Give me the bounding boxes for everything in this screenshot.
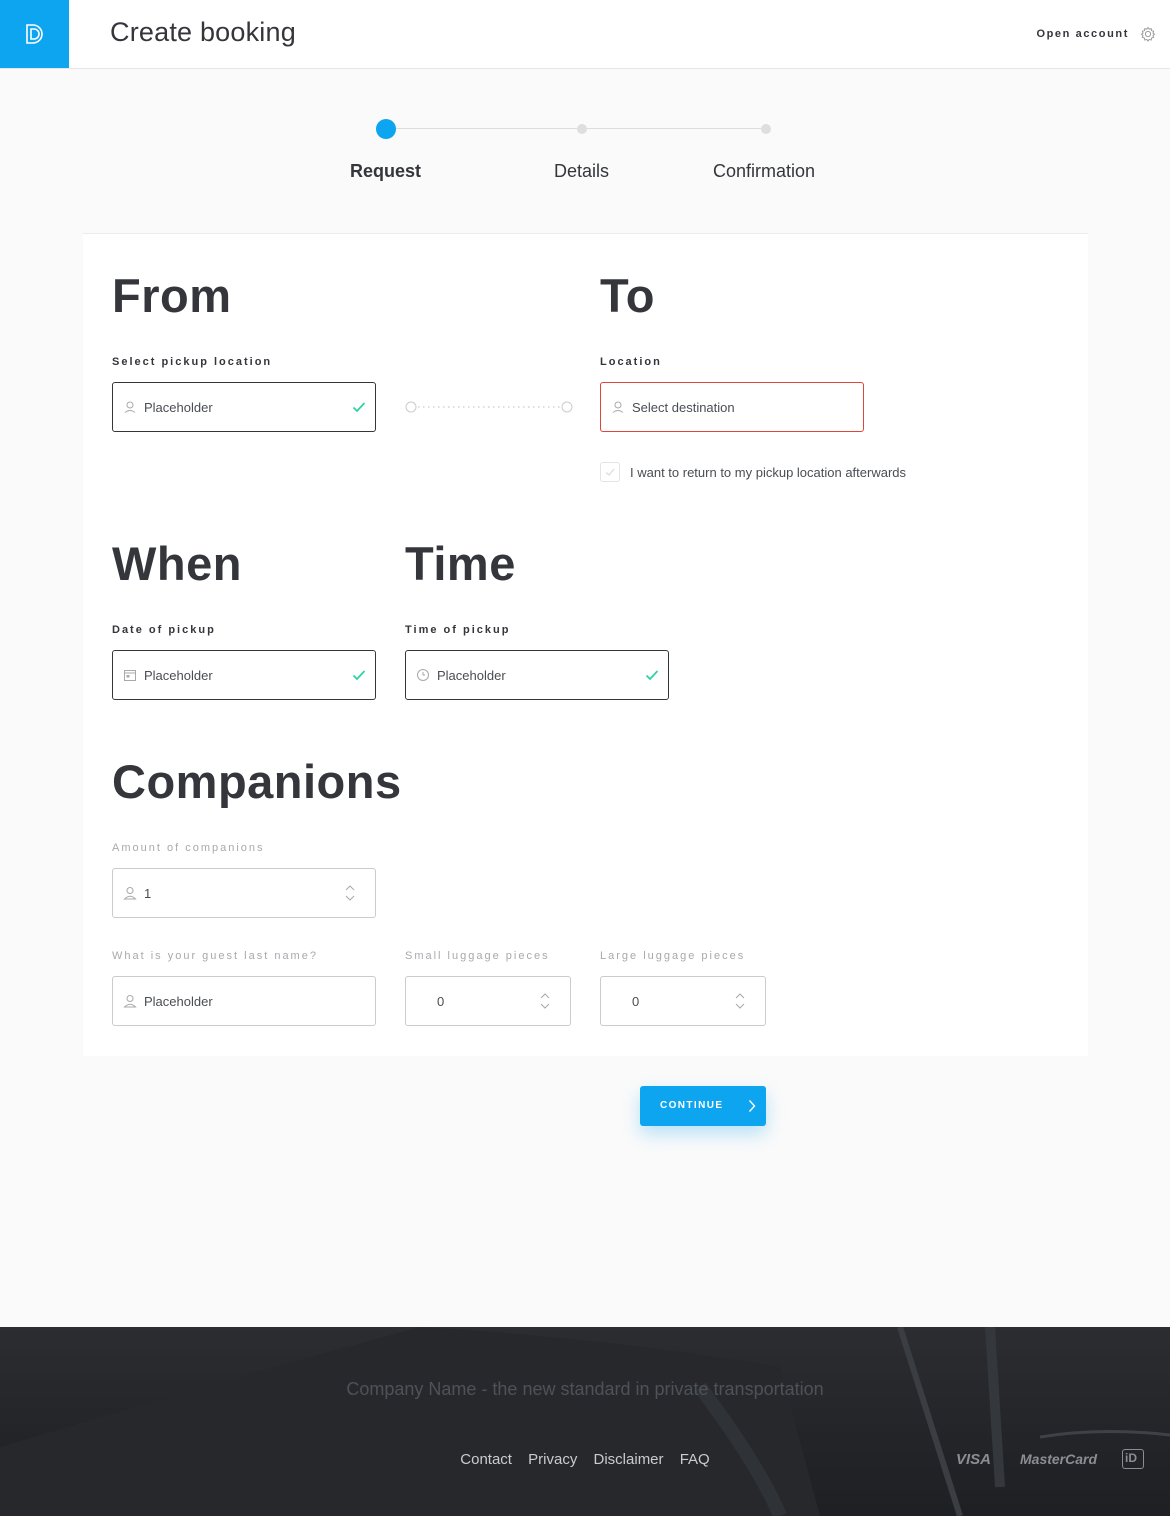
large-luggage-value: 0 — [632, 994, 640, 1009]
footer-link-contact[interactable]: Contact — [460, 1451, 512, 1468]
calendar-icon — [124, 670, 136, 681]
companions-value: 1 — [144, 886, 152, 901]
time-of-pickup-label: Time of pickup — [405, 624, 511, 636]
check-icon — [352, 402, 366, 413]
large-luggage-stepper[interactable]: 0 — [600, 976, 766, 1026]
footer-link-disclaimer[interactable]: Disclaimer — [594, 1451, 664, 1468]
visa-logo: VISA — [956, 1451, 992, 1468]
location-pin-icon — [124, 401, 136, 413]
step-label-details[interactable]: Details — [554, 161, 609, 182]
footer-link-faq[interactable]: FAQ — [680, 1451, 710, 1468]
return-trip-checkbox[interactable] — [600, 462, 620, 482]
small-luggage-label: Small luggage pieces — [405, 950, 550, 962]
pickup-location-input[interactable]: Placeholder — [112, 382, 376, 432]
companions-stepper[interactable]: 1 — [112, 868, 376, 918]
when-heading: When — [112, 537, 242, 590]
destination-label: Location — [600, 356, 662, 368]
footer-background-image — [0, 1327, 1170, 1516]
step-dot-confirmation[interactable] — [761, 124, 771, 134]
clock-icon — [417, 669, 429, 681]
time-of-pickup-input[interactable]: Placeholder — [405, 650, 669, 700]
return-trip-label[interactable]: I want to return to my pickup location a… — [630, 465, 906, 480]
footer: Company Name - the new standard in priva… — [0, 1327, 1170, 1516]
pickup-location-label: Select pickup location — [112, 356, 273, 368]
top-bar: Create booking Open account — [0, 0, 1170, 69]
guest-last-name-value: Placeholder — [144, 994, 213, 1009]
small-luggage-value: 0 — [437, 994, 445, 1009]
footer-link-privacy[interactable]: Privacy — [528, 1451, 577, 1468]
step-label-confirmation[interactable]: Confirmation — [713, 161, 815, 182]
route-connector — [405, 401, 573, 413]
checkbox-check-icon — [605, 468, 615, 476]
stepper-arrows-icon[interactable] — [345, 882, 355, 904]
ideal-logo: iD — [1122, 1449, 1144, 1469]
gear-icon[interactable] — [1140, 26, 1156, 42]
step-dot-details[interactable] — [577, 124, 587, 134]
time-heading: Time — [405, 537, 516, 590]
logo-icon — [25, 24, 43, 44]
open-account-link[interactable]: Open account — [1036, 28, 1129, 40]
step-label-request[interactable]: Request — [350, 161, 421, 182]
person-icon — [123, 887, 137, 900]
page-title: Create booking — [110, 17, 296, 47]
destination-input[interactable]: Select destination — [600, 382, 864, 432]
logo[interactable] — [0, 0, 69, 68]
amount-of-companions-label: Amount of companions — [112, 842, 265, 854]
chevron-right-icon — [748, 1100, 756, 1112]
mastercard-logo: MasterCard — [1020, 1451, 1098, 1467]
guest-last-name-input[interactable]: Placeholder — [112, 976, 376, 1026]
continue-label: CONTINUE — [660, 1100, 724, 1111]
to-heading: To — [600, 269, 655, 322]
footer-links: Contact Privacy Disclaimer FAQ — [0, 1451, 1170, 1468]
location-pin-icon — [612, 401, 624, 413]
continue-button[interactable]: CONTINUE — [640, 1086, 766, 1126]
step-dot-request[interactable] — [376, 119, 396, 139]
stepper-arrows-icon[interactable] — [540, 990, 550, 1012]
large-luggage-label: Large luggage pieces — [600, 950, 746, 962]
date-of-pickup-input[interactable]: Placeholder — [112, 650, 376, 700]
footer-tagline: Company Name - the new standard in priva… — [346, 1379, 824, 1399]
from-heading: From — [112, 269, 232, 322]
time-of-pickup-value: Placeholder — [437, 668, 506, 683]
companions-heading: Companions — [112, 755, 402, 808]
check-icon — [645, 670, 659, 681]
small-luggage-stepper[interactable]: 0 — [405, 976, 571, 1026]
guest-last-name-label: What is your guest last name? — [112, 950, 318, 962]
date-of-pickup-label: Date of pickup — [112, 624, 216, 636]
pickup-location-value: Placeholder — [144, 400, 213, 415]
person-icon — [123, 995, 137, 1008]
stepper-arrows-icon[interactable] — [735, 990, 745, 1012]
check-icon — [352, 670, 366, 681]
destination-placeholder: Select destination — [632, 400, 735, 415]
date-of-pickup-value: Placeholder — [144, 668, 213, 683]
ideal-logo-text: iD — [1125, 1451, 1137, 1465]
